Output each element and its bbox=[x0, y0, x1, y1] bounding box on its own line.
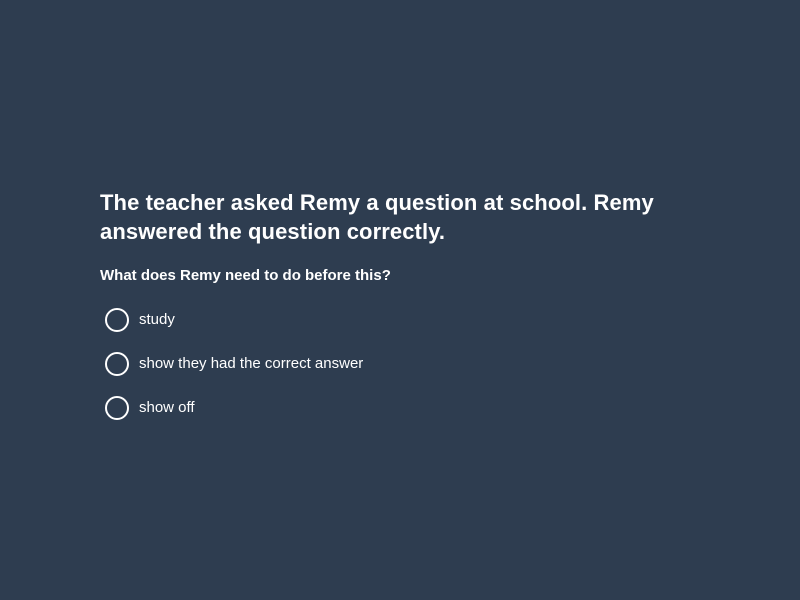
answer-option-label: study bbox=[139, 311, 175, 328]
radio-button[interactable] bbox=[105, 308, 129, 332]
radio-button[interactable] bbox=[105, 352, 129, 376]
question-title: The teacher asked Remy a question at sch… bbox=[100, 190, 654, 244]
question-card: The teacher asked Remy a question at sch… bbox=[100, 188, 720, 430]
answer-option-show-off[interactable]: show off bbox=[100, 386, 720, 430]
answer-option-label: show off bbox=[139, 399, 195, 416]
quiz-page: The teacher asked Remy a question at sch… bbox=[0, 0, 800, 600]
answer-option-study[interactable]: study bbox=[100, 298, 720, 342]
question-prompt: What does Remy need to do before this? bbox=[100, 267, 391, 284]
answer-option-label: show they had the correct answer bbox=[139, 355, 364, 372]
answer-option-show-correct-answer[interactable]: show they had the correct answer bbox=[100, 342, 720, 386]
answer-options: study show they had the correct answer s… bbox=[100, 298, 720, 430]
radio-button[interactable] bbox=[105, 396, 129, 420]
